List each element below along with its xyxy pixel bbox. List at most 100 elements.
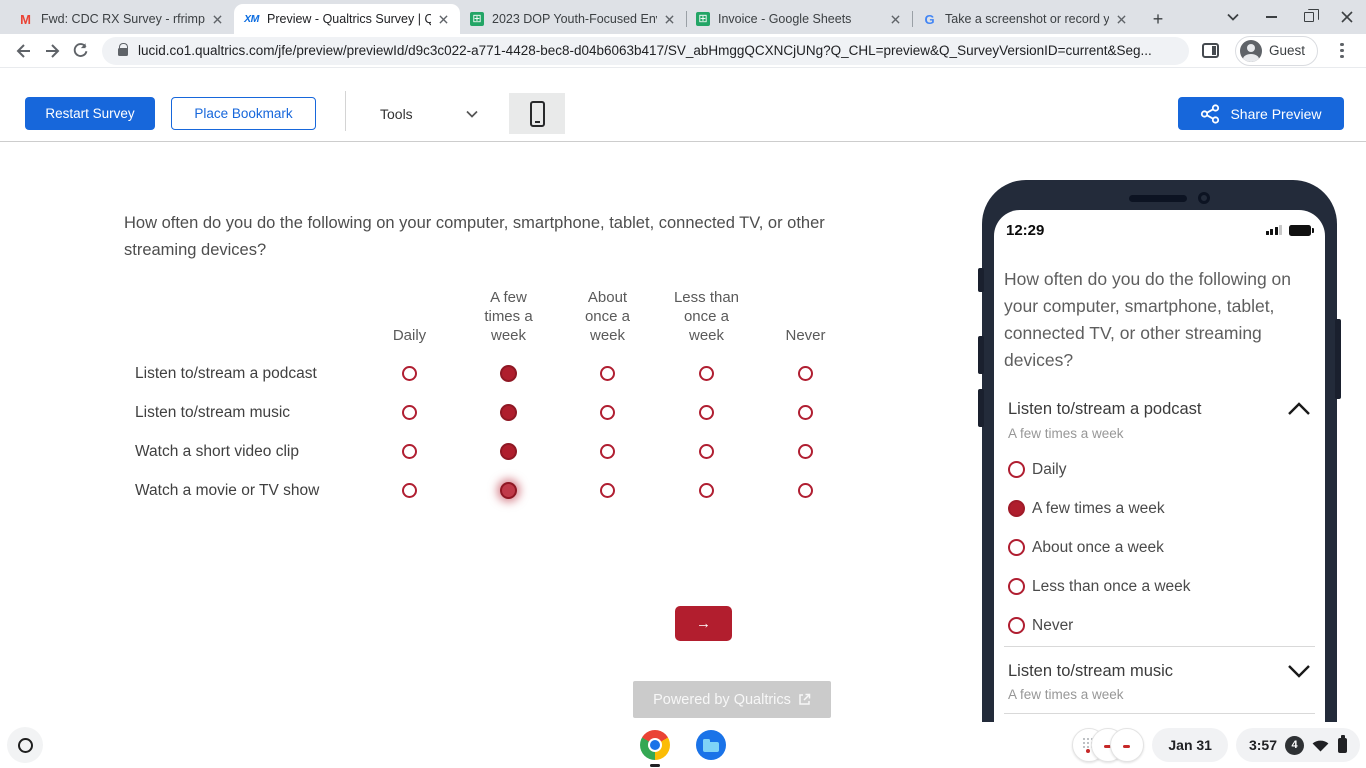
reload-icon[interactable] (66, 37, 94, 65)
phone-option-2[interactable]: About once a week (1008, 528, 1315, 567)
tab-4[interactable]: GTake a screenshot or record yo (912, 4, 1138, 34)
matrix-cell-1-1 (459, 393, 558, 432)
tab-close-icon[interactable] (209, 11, 226, 28)
matrix-cell-2-1 (459, 432, 558, 471)
clock-label: 3:57 (1249, 737, 1277, 753)
chevron-down-icon (466, 110, 478, 118)
radio-1-3[interactable] (699, 405, 714, 420)
radio-1-0[interactable] (402, 405, 417, 420)
matrix-table: DailyA few times a weekAbout once a week… (124, 278, 855, 510)
phone-option-1[interactable]: A few times a week (1008, 489, 1315, 528)
phone-camera (1198, 192, 1210, 204)
tab-close-icon[interactable] (661, 11, 678, 28)
sheets-icon: ⊞ (470, 12, 484, 26)
radio-0-3[interactable] (699, 366, 714, 381)
radio-2-0[interactable] (402, 444, 417, 459)
lock-icon[interactable] (118, 48, 128, 56)
chrome-app-button[interactable] (640, 730, 670, 760)
close-window-icon[interactable] (1334, 4, 1360, 30)
phone-radio-3[interactable] (1008, 578, 1025, 595)
radio-0-1[interactable] (500, 365, 517, 382)
new-tab-button[interactable]: + (1144, 5, 1172, 33)
radio-2-2[interactable] (600, 444, 615, 459)
tab-title: Fwd: CDC RX Survey - rfrimpon (41, 12, 205, 26)
battery-icon (1289, 225, 1311, 236)
column-header-4: Never (756, 278, 855, 354)
wifi-icon (1312, 739, 1329, 752)
phone-option-0[interactable]: Daily (1008, 450, 1315, 489)
radio-3-2[interactable] (600, 483, 615, 498)
tools-label: Tools (380, 106, 413, 122)
radio-2-3[interactable] (699, 444, 714, 459)
row-label-2: Watch a short video clip (124, 432, 360, 471)
radio-0-4[interactable] (798, 366, 813, 381)
powered-by-qualtrics-link[interactable]: Powered by Qualtrics (633, 681, 831, 718)
tab-1[interactable]: XMPreview - Qualtrics Survey | Qu (234, 4, 460, 34)
files-app-button[interactable] (696, 730, 726, 760)
matrix-corner (124, 278, 360, 354)
matrix-cell-1-3 (657, 393, 756, 432)
notification-icon[interactable] (1110, 728, 1144, 762)
radio-1-1[interactable] (500, 404, 517, 421)
radio-3-0[interactable] (402, 483, 417, 498)
date-pill[interactable]: Jan 31 (1152, 728, 1228, 762)
browser-menu-icon[interactable] (1328, 37, 1356, 65)
radio-0-0[interactable] (402, 366, 417, 381)
profile-chip[interactable]: Guest (1235, 36, 1318, 66)
status-pill[interactable]: 3:57 4 (1236, 728, 1360, 762)
tools-dropdown[interactable]: Tools (366, 97, 484, 130)
radio-2-4[interactable] (798, 444, 813, 459)
radio-0-2[interactable] (600, 366, 615, 381)
share-preview-button[interactable]: Share Preview (1178, 97, 1344, 130)
tab-3[interactable]: ⊞Invoice - Google Sheets (686, 4, 912, 34)
phone-radio-1[interactable] (1008, 500, 1025, 517)
notifications-cluster[interactable] (1072, 728, 1144, 762)
accordion-music-header[interactable]: Listen to/stream music (1008, 658, 1311, 684)
tab-close-icon[interactable] (887, 11, 904, 28)
radio-2-1[interactable] (500, 443, 517, 460)
phone-option-3[interactable]: Less than once a week (1008, 567, 1315, 606)
tab-close-icon[interactable] (435, 11, 452, 28)
tab-close-icon[interactable] (1113, 11, 1130, 28)
column-header-1: A few times a week (459, 278, 558, 354)
restart-survey-button[interactable]: Restart Survey (25, 97, 155, 130)
launcher-button[interactable] (7, 727, 43, 763)
restore-icon[interactable] (1296, 4, 1322, 30)
side-panel-icon[interactable] (1197, 37, 1225, 65)
phone-radio-2[interactable] (1008, 539, 1025, 556)
tab-title: 2023 DOP Youth-Focused Envi (492, 12, 657, 26)
minimize-icon[interactable] (1258, 4, 1284, 30)
radio-3-1[interactable] (500, 482, 517, 499)
taskbar: Jan 31 3:57 4 (0, 722, 1366, 768)
phone-radio-0[interactable] (1008, 461, 1025, 478)
next-button[interactable]: → (675, 606, 732, 641)
radio-1-4[interactable] (798, 405, 813, 420)
phone-option-label: Daily (1032, 461, 1066, 479)
tab-title: Preview - Qualtrics Survey | Qu (267, 12, 431, 26)
matrix-cell-2-2 (558, 432, 657, 471)
chevron-down-icon[interactable] (1287, 664, 1311, 678)
matrix-cell-2-0 (360, 432, 459, 471)
back-icon[interactable] (10, 37, 38, 65)
tab-2[interactable]: ⊞ 2023 DOP Youth-Focused Envi (460, 4, 686, 34)
row-label-1: Listen to/stream music (124, 393, 360, 432)
address-bar[interactable]: lucid.co1.qualtrics.com/jfe/preview/prev… (102, 37, 1189, 65)
accordion-podcast-header[interactable]: Listen to/stream a podcast (1008, 396, 1311, 422)
mobile-preview-toggle[interactable] (509, 93, 565, 134)
matrix-cell-0-2 (558, 354, 657, 393)
powered-by-label: Powered by Qualtrics (653, 692, 791, 708)
matrix-cell-0-1 (459, 354, 558, 393)
column-header-2: About once a week (558, 278, 657, 354)
radio-3-3[interactable] (699, 483, 714, 498)
phone-option-4[interactable]: Never (1008, 606, 1315, 645)
chevron-up-icon[interactable] (1287, 402, 1311, 416)
tab-search-chevron-icon[interactable] (1220, 4, 1246, 30)
screen: MFwd: CDC RX Survey - rfrimponXMPreview … (0, 0, 1366, 768)
phone-radio-4[interactable] (1008, 617, 1025, 634)
phone-side-button (978, 268, 984, 292)
radio-3-4[interactable] (798, 483, 813, 498)
radio-1-2[interactable] (600, 405, 615, 420)
forward-icon[interactable] (38, 37, 66, 65)
tab-0[interactable]: MFwd: CDC RX Survey - rfrimpon (8, 4, 234, 34)
place-bookmark-button[interactable]: Place Bookmark (171, 97, 316, 130)
